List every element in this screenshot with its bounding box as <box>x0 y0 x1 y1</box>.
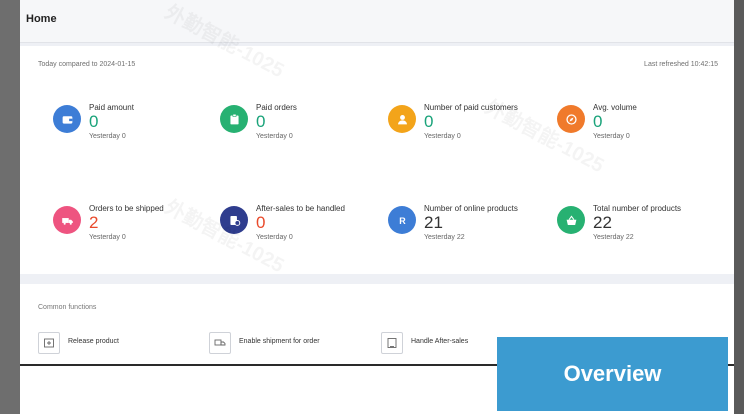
stats-card: Today compared to 2024-01-15 Last refres… <box>20 46 734 274</box>
common-functions-title: Common functions <box>38 304 97 311</box>
wallet-icon <box>53 105 81 133</box>
compare-date-label: Today compared to 2024-01-15 <box>38 61 136 68</box>
stat-value: 0 <box>256 112 266 131</box>
truck-icon <box>53 206 81 234</box>
shortcut-label: Handle After-sales <box>411 338 469 345</box>
compass-icon <box>557 105 585 133</box>
stat-paid-customers[interactable]: Number of paid customers 0 Yesterday 0 <box>388 103 548 153</box>
shortcut-label: Release product <box>68 338 119 345</box>
clipboard-icon <box>220 105 248 133</box>
stat-label: Total number of products <box>593 204 682 213</box>
refresh-time-label: Last refreshed 10:42:15 <box>644 61 718 68</box>
stat-after-sales[interactable]: After-sales to be handled 0 Yesterday 0 <box>220 204 380 254</box>
left-window-edge <box>0 0 20 414</box>
product-icon: R <box>388 206 416 234</box>
stat-paid-orders[interactable]: Paid orders 0 Yesterday 0 <box>220 103 380 153</box>
user-icon <box>388 105 416 133</box>
shortcut-label: Enable shipment for order <box>239 338 320 345</box>
stat-label: Avg. volume <box>593 103 637 112</box>
stat-yesterday: Yesterday 0 <box>256 234 293 241</box>
stat-paid-amount[interactable]: Paid amount 0 Yesterday 0 <box>53 103 213 153</box>
stat-label: After-sales to be handled <box>256 204 345 213</box>
stat-value: 0 <box>424 112 434 131</box>
stat-yesterday: Yesterday 0 <box>424 133 461 140</box>
stat-label: Orders to be shipped <box>89 204 164 213</box>
handle-after-sales-shortcut[interactable]: Handle After-sales <box>381 332 511 354</box>
stat-yesterday: Yesterday 0 <box>89 234 126 241</box>
stat-label: Paid amount <box>89 103 134 112</box>
stat-value: 0 <box>256 213 266 232</box>
right-window-edge <box>734 0 744 414</box>
stat-value: 0 <box>593 112 603 131</box>
stat-label: Number of online products <box>424 204 518 213</box>
stat-yesterday: Yesterday 22 <box>424 234 465 241</box>
page-title: Home <box>26 13 57 25</box>
shipment-icon <box>209 332 231 354</box>
stat-yesterday: Yesterday 0 <box>256 133 293 140</box>
stat-total-products[interactable]: Total number of products 22 Yesterday 22 <box>557 204 717 254</box>
basket-icon <box>557 206 585 234</box>
stat-label: Number of paid customers <box>424 103 518 112</box>
stat-avg-volume[interactable]: Avg. volume 0 Yesterday 0 <box>557 103 717 153</box>
release-icon <box>38 332 60 354</box>
stat-label: Paid orders <box>256 103 297 112</box>
refund-icon <box>220 206 248 234</box>
stat-yesterday: Yesterday 0 <box>89 133 126 140</box>
stat-value: 2 <box>89 213 99 232</box>
stat-yesterday: Yesterday 0 <box>593 133 630 140</box>
stat-yesterday: Yesterday 22 <box>593 234 634 241</box>
stat-online-products[interactable]: R Number of online products 21 Yesterday… <box>388 204 548 254</box>
enable-shipment-shortcut[interactable]: Enable shipment for order <box>209 332 379 354</box>
release-product-shortcut[interactable]: Release product <box>38 332 198 354</box>
stat-orders-to-ship[interactable]: Orders to be shipped 2 Yesterday 0 <box>53 204 213 254</box>
overview-button[interactable]: Overview <box>497 337 728 411</box>
aftersales-icon <box>381 332 403 354</box>
page-header: Home <box>20 0 734 43</box>
stat-value: 21 <box>424 213 443 232</box>
stat-value: 22 <box>593 213 612 232</box>
svg-text:R: R <box>399 215 406 225</box>
stat-value: 0 <box>89 112 99 131</box>
